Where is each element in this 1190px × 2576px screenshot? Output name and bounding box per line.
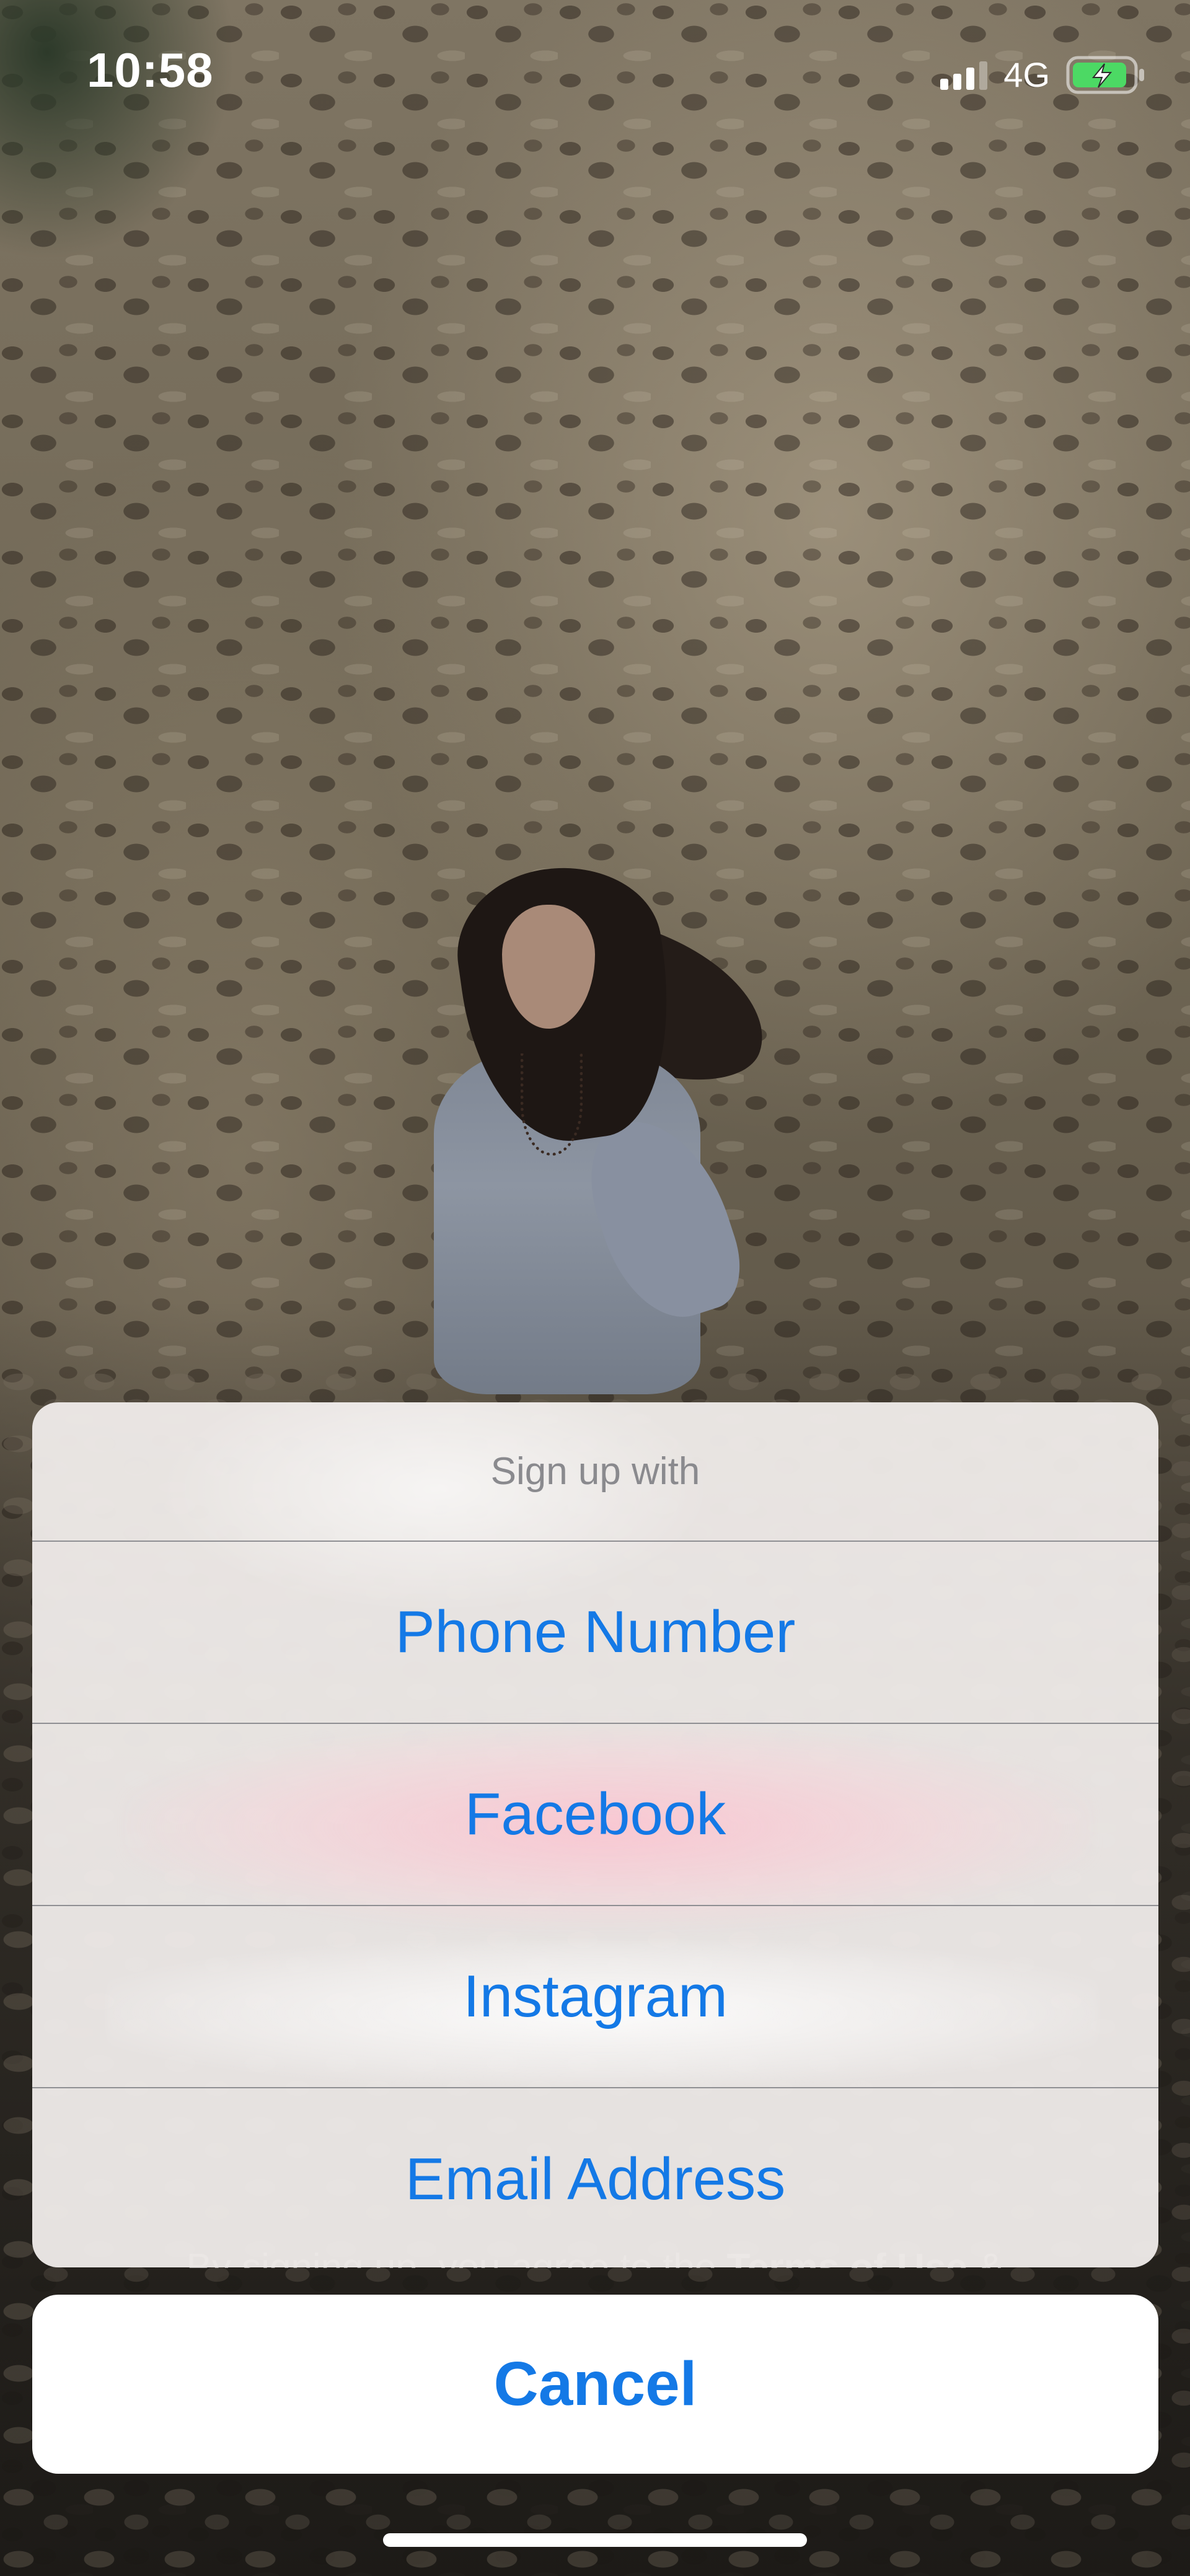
facebook-option[interactable]: Facebook <box>32 1724 1158 1906</box>
status-indicators: 4G <box>940 55 1147 95</box>
home-indicator[interactable] <box>383 2533 807 2547</box>
status-bar: 10:58 4G <box>0 0 1190 149</box>
signal-icon <box>940 60 988 90</box>
status-time: 10:58 <box>87 43 214 97</box>
instagram-option[interactable]: Instagram <box>32 1906 1158 2088</box>
phone-number-option[interactable]: Phone Number <box>32 1542 1158 1724</box>
sign-up-action-sheet: Sign up with Phone Number Facebook Insta… <box>32 1402 1158 2267</box>
necklace <box>521 1053 583 1156</box>
battery-charging-icon <box>1066 56 1147 94</box>
person-figure <box>397 855 785 1413</box>
action-sheet-title: Sign up with <box>32 1402 1158 1542</box>
email-address-option[interactable]: Email Address <box>32 2088 1158 2267</box>
network-type: 4G <box>1003 55 1050 94</box>
cancel-button[interactable]: Cancel <box>32 2295 1158 2474</box>
